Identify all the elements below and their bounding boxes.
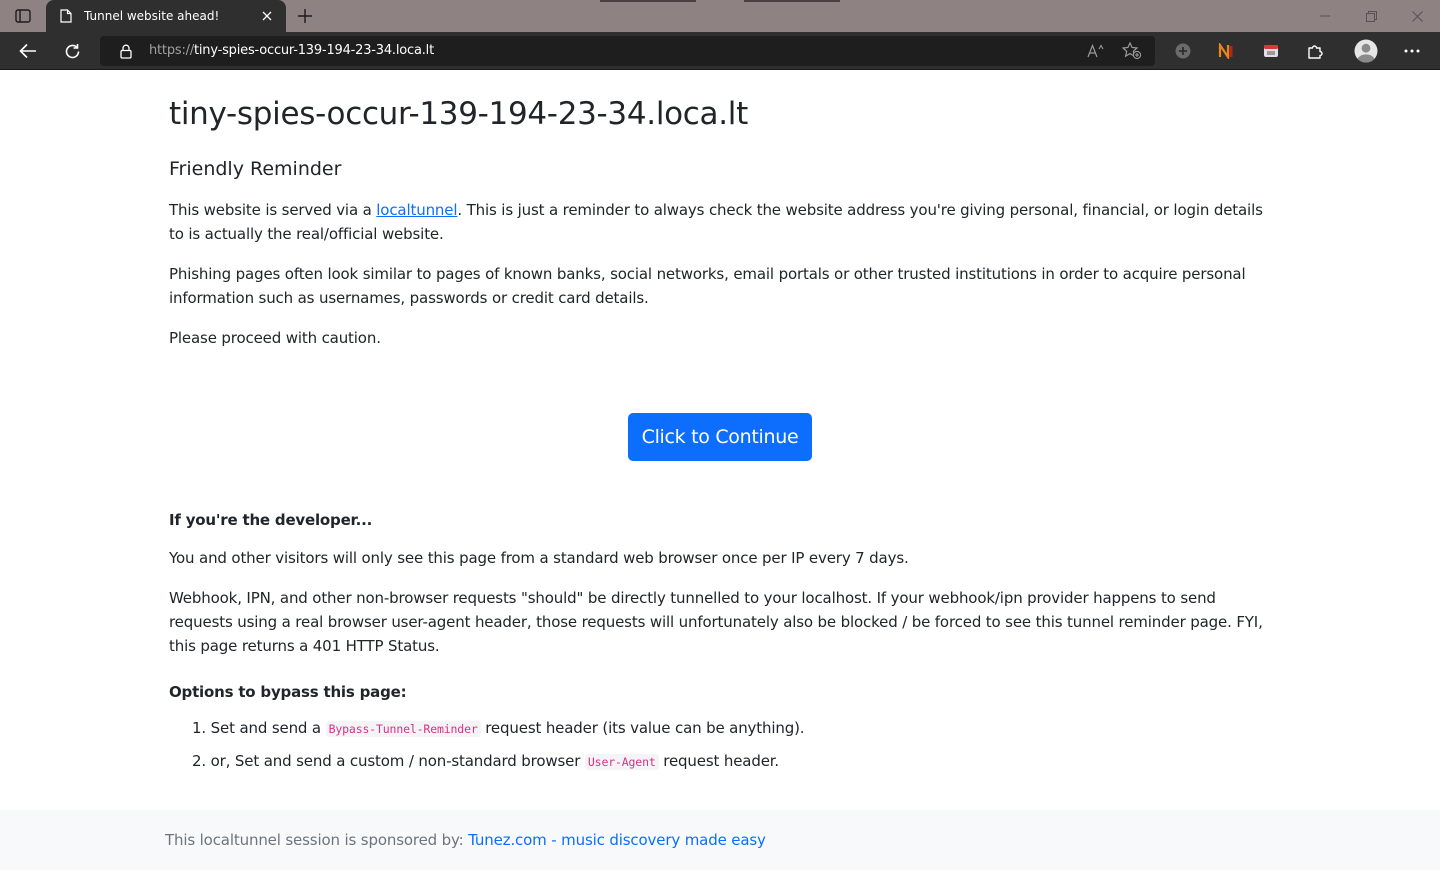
url-protocol: https:// bbox=[149, 43, 194, 58]
list-item: 2. or, Set and send a custom / non-stand… bbox=[192, 752, 779, 770]
sponsor-link[interactable]: Tunez.com - music discovery made easy bbox=[468, 831, 766, 849]
tabstrip-decoration bbox=[600, 0, 696, 2]
url-host: tiny-spies-occur-139-194-23-34.loca.lt bbox=[194, 43, 434, 58]
list-text: request header. bbox=[658, 752, 780, 770]
developer-paragraph-1: You and other visitors will only see thi… bbox=[169, 549, 909, 567]
friendly-reminder-heading: Friendly Reminder bbox=[169, 158, 342, 180]
tab-strip: Tunnel website ahead! bbox=[0, 0, 1440, 32]
extension-screenshot-icon bbox=[1264, 45, 1278, 57]
extension-n-icon bbox=[1218, 43, 1233, 59]
tabstrip-decoration bbox=[744, 0, 840, 2]
developer-paragraph-2: Webhook, IPN, and other non-browser requ… bbox=[169, 589, 1263, 655]
more-dots-icon bbox=[1404, 49, 1420, 53]
browser-toolbar: https://tiny-spies-occur-139-194-23-34.l… bbox=[0, 32, 1440, 70]
minimize-button[interactable] bbox=[1302, 0, 1348, 32]
list-text: request header (its value can be anythin… bbox=[480, 719, 805, 737]
extensions-button[interactable] bbox=[1300, 37, 1330, 65]
extension-screenshot-button[interactable] bbox=[1256, 37, 1286, 65]
add-circle-icon bbox=[1175, 43, 1191, 59]
avatar-icon bbox=[1354, 39, 1378, 63]
sponsor-label: This localtunnel session is sponsored by… bbox=[165, 831, 469, 849]
phishing-paragraph: Phishing pages often look similar to pag… bbox=[169, 265, 1246, 307]
para1-text: This website is served via a bbox=[169, 201, 377, 219]
list-text: Set and send a bbox=[210, 719, 326, 737]
more-menu-button[interactable] bbox=[1397, 37, 1427, 65]
list-number: 2. bbox=[192, 752, 207, 770]
user-agent-code: User-Agent bbox=[584, 754, 659, 770]
minimize-icon bbox=[1320, 15, 1330, 17]
extension-n-button[interactable] bbox=[1212, 37, 1242, 65]
refresh-icon bbox=[65, 43, 79, 58]
add-favorite-icon[interactable] bbox=[1120, 40, 1144, 62]
developer-heading: If you're the developer... bbox=[169, 511, 373, 529]
address-bar[interactable]: https://tiny-spies-occur-139-194-23-34.l… bbox=[100, 36, 1155, 66]
back-arrow-icon bbox=[19, 43, 36, 59]
close-window-button[interactable] bbox=[1394, 0, 1440, 32]
restore-icon bbox=[1365, 10, 1377, 22]
close-tab-icon[interactable] bbox=[258, 7, 276, 25]
profile-button[interactable] bbox=[1351, 37, 1381, 65]
sponsor-text: This localtunnel session is sponsored by… bbox=[165, 831, 766, 849]
list-item: 1. Set and send a Bypass-Tunnel-Reminder… bbox=[192, 719, 805, 737]
close-icon bbox=[1411, 10, 1423, 22]
lock-icon[interactable] bbox=[118, 42, 134, 60]
page-icon bbox=[58, 8, 74, 24]
read-aloud-icon[interactable] bbox=[1084, 40, 1108, 62]
tab-title: Tunnel website ahead! bbox=[84, 9, 220, 23]
localtunnel-link[interactable]: localtunnel bbox=[376, 201, 457, 219]
extension-add-button[interactable] bbox=[1168, 37, 1198, 65]
refresh-button[interactable] bbox=[57, 37, 87, 65]
caution-paragraph: Please proceed with caution. bbox=[169, 329, 381, 347]
restore-button[interactable] bbox=[1348, 0, 1394, 32]
active-tab[interactable]: Tunnel website ahead! bbox=[46, 0, 286, 32]
list-text: or, Set and send a custom / non-standard… bbox=[210, 752, 585, 770]
tab-actions-button[interactable] bbox=[10, 6, 36, 26]
plus-icon bbox=[298, 9, 312, 23]
options-heading: Options to bypass this page: bbox=[169, 683, 407, 701]
url-text[interactable]: https://tiny-spies-occur-139-194-23-34.l… bbox=[149, 43, 434, 58]
page-title: tiny-spies-occur-139-194-23-34.loca.lt bbox=[169, 96, 748, 132]
sponsor-footer: This localtunnel session is sponsored by… bbox=[0, 810, 1440, 870]
tab-actions-icon bbox=[15, 9, 31, 23]
back-button[interactable] bbox=[13, 37, 43, 65]
new-tab-button[interactable] bbox=[292, 5, 318, 27]
bypass-header-code: Bypass-Tunnel-Reminder bbox=[325, 721, 481, 737]
served-via-paragraph: This website is served via a localtunnel… bbox=[169, 198, 1274, 246]
puzzle-icon bbox=[1308, 45, 1323, 59]
continue-button[interactable]: Click to Continue bbox=[628, 413, 812, 461]
list-number: 1. bbox=[192, 719, 207, 737]
